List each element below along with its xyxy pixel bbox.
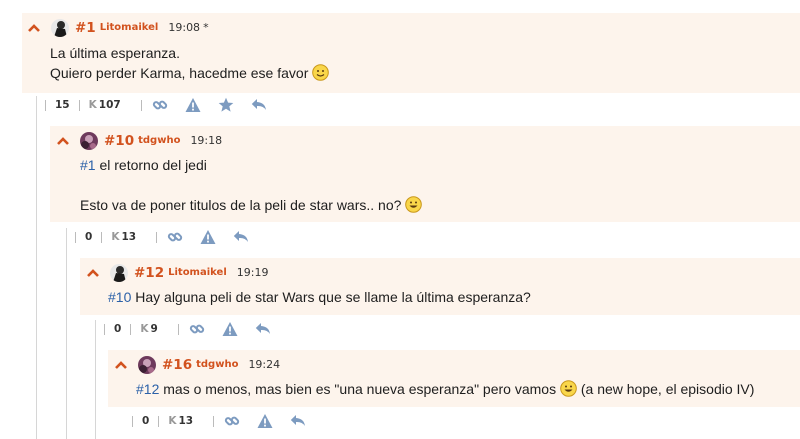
- divider: [132, 415, 133, 427]
- comment-footer: 0 K 13: [75, 227, 266, 247]
- avatar[interactable]: [80, 131, 98, 150]
- divider: [213, 415, 215, 427]
- comment-footer: 0 K 13: [132, 411, 323, 431]
- vote-count: 15: [55, 99, 70, 111]
- link-icon[interactable]: [189, 321, 205, 337]
- thread-line: [95, 320, 96, 439]
- comment-number[interactable]: #16: [162, 357, 192, 373]
- upvote-chevron-icon[interactable]: [57, 135, 69, 147]
- karma-prefix: K: [168, 415, 177, 427]
- comment-body: #1 el retorno del jedi Esto va de poner …: [80, 155, 790, 215]
- comment-footer: 15 K 107: [45, 95, 284, 115]
- comment-number[interactable]: #1: [75, 20, 96, 36]
- avatar[interactable]: [110, 263, 128, 282]
- comment-body: #10 Hay alguna peli de star Wars que se …: [108, 287, 790, 307]
- link-icon[interactable]: [152, 97, 168, 113]
- karma-value: 9: [150, 323, 158, 335]
- divider: [45, 99, 46, 111]
- comment-10: #10 tdgwho 19:18 #1 el retorno del jedi …: [50, 126, 800, 222]
- comment-author[interactable]: tdgwho: [196, 359, 238, 370]
- link-icon[interactable]: [167, 229, 183, 245]
- report-icon[interactable]: [200, 229, 216, 245]
- comment-text: Quiero perder Karma, hacedme ese favor: [50, 65, 309, 81]
- comment-text: Esto va de poner titulos de la peli de s…: [80, 197, 402, 213]
- divider: [104, 323, 105, 335]
- karma-value: 13: [178, 415, 194, 427]
- upvote-chevron-icon[interactable]: [115, 359, 127, 371]
- karma-prefix: K: [88, 99, 97, 111]
- comment-author[interactable]: tdgwho: [138, 135, 180, 146]
- comment-text: mas o menos, mas bien es "una nueva espe…: [163, 381, 557, 397]
- comment-text: Hay alguna peli de star Wars que se llam…: [135, 289, 531, 305]
- comment-time: 19:24: [248, 358, 281, 371]
- divider: [140, 99, 142, 111]
- comment-author[interactable]: Litomaikel: [168, 267, 227, 278]
- divider: [101, 231, 103, 243]
- comment-time: 19:19: [236, 266, 269, 279]
- reply-icon[interactable]: [290, 413, 306, 429]
- karma-value: 107: [98, 99, 121, 111]
- divider: [75, 231, 76, 243]
- comment-reference-link[interactable]: #12: [136, 381, 159, 397]
- comment-time: 19:18: [190, 134, 223, 147]
- comment-16: #16 tdgwho 19:24 #12 mas o menos, mas bi…: [108, 350, 800, 407]
- upvote-chevron-icon[interactable]: [28, 22, 40, 34]
- comment-time: 19:08: [168, 21, 201, 34]
- karma-value: 13: [121, 231, 137, 243]
- comment-12: #12 Litomaikel 19:19 #10 Hay alguna peli…: [80, 258, 800, 315]
- report-icon[interactable]: [257, 413, 273, 429]
- grin-emoji-icon: [405, 196, 423, 213]
- reply-icon[interactable]: [255, 321, 271, 337]
- avatar[interactable]: [51, 18, 69, 37]
- comment-header: #1 Litomaikel 19:08 *: [22, 13, 800, 42]
- vote-count: 0: [142, 415, 150, 427]
- comment-body: La última esperanza. Quiero perder Karma…: [50, 43, 790, 83]
- divider: [177, 323, 179, 335]
- comment-reference-link[interactable]: #1: [80, 157, 96, 173]
- edited-mark: *: [203, 21, 209, 34]
- divider: [156, 231, 158, 243]
- comment-header: #12 Litomaikel 19:19: [80, 258, 800, 287]
- comment-text: La última esperanza.: [50, 45, 180, 61]
- upvote-chevron-icon[interactable]: [87, 267, 99, 279]
- divider: [78, 99, 80, 111]
- report-icon[interactable]: [222, 321, 238, 337]
- grin-emoji-icon: [560, 380, 577, 397]
- comment-header: #16 tdgwho 19:24: [108, 350, 800, 379]
- karma-prefix: K: [140, 323, 149, 335]
- comment-footer: 0 K9: [104, 319, 288, 339]
- comment-body: #12 mas o menos, mas bien es "una nueva …: [136, 379, 800, 399]
- comment-text: el retorno del jedi: [99, 157, 207, 173]
- favorite-star-icon[interactable]: [218, 97, 234, 113]
- divider: [158, 415, 160, 427]
- divider: [130, 323, 132, 335]
- reply-icon[interactable]: [233, 229, 249, 245]
- vote-count: 0: [85, 231, 93, 243]
- comment-header: #10 tdgwho 19:18: [50, 126, 800, 155]
- reply-icon[interactable]: [251, 97, 267, 113]
- report-icon[interactable]: [185, 97, 201, 113]
- avatar[interactable]: [138, 355, 156, 374]
- comment-text: (a new hope, el episodio IV): [580, 381, 755, 397]
- comment-reference-link[interactable]: #10: [108, 289, 131, 305]
- comment-author[interactable]: Litomaikel: [100, 22, 159, 33]
- smiley-emoji-icon: [312, 64, 330, 81]
- thread-line: [36, 96, 37, 439]
- karma-prefix: K: [111, 231, 120, 243]
- comment-number[interactable]: #12: [134, 265, 164, 281]
- comment-1: #1 Litomaikel 19:08 * La última esperanz…: [22, 13, 800, 93]
- comment-number[interactable]: #10: [104, 133, 134, 149]
- link-icon[interactable]: [224, 413, 240, 429]
- vote-count: 0: [114, 323, 122, 335]
- thread-line: [66, 228, 67, 439]
